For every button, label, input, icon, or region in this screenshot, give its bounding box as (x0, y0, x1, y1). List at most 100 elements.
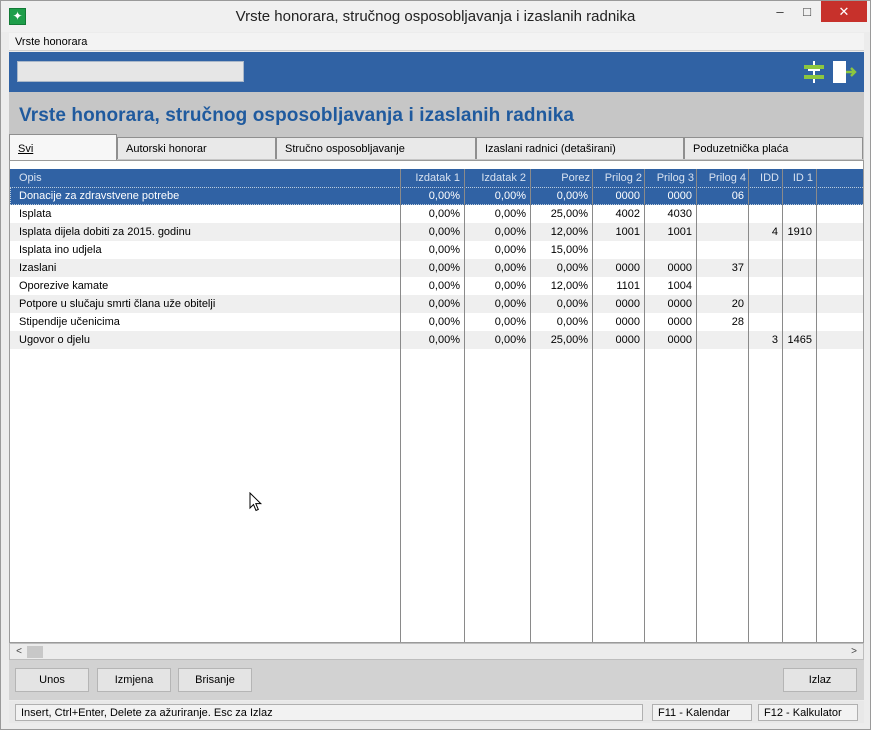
cell-prilog-3: 1001 (667, 226, 692, 238)
unos-button[interactable]: Unos (15, 668, 89, 692)
maximize-button[interactable]: □ (794, 1, 820, 22)
column-header-id-1[interactable]: ID 1 (783, 172, 813, 184)
column-divider (782, 169, 783, 642)
cell-porez: 0,00% (556, 262, 588, 274)
cell-prilog-2: 0000 (594, 190, 640, 202)
cell-porez: 25,00% (550, 334, 588, 346)
status-f11-kalendar[interactable]: F11 - Kalendar (652, 704, 752, 721)
cell-izdatak-1: 0,00% (428, 298, 460, 310)
cell-izdatak-1: 0,00% (428, 280, 460, 292)
cell-izdatak-2: 0,00% (494, 244, 526, 256)
column-header-izdatak-1[interactable]: Izdatak 1 (400, 172, 460, 184)
page-title: Vrste honorara, stručnog osposobljavanja… (19, 105, 575, 126)
column-header-porez[interactable]: Porez (530, 172, 590, 184)
cell-prilog-3: 0000 (667, 334, 692, 346)
scroll-thumb[interactable] (27, 646, 43, 658)
tab-poduzetnicka-placa[interactable]: Poduzetnička plaća (684, 137, 863, 159)
table-row[interactable]: Isplata dijela dobiti za 2015. godinu 0,0… (10, 223, 863, 241)
table-row[interactable]: Isplata 0,00% 0,00% 25,00% 4002 4030 (10, 205, 863, 223)
cell-porez: 0,00% (530, 190, 588, 202)
cell-izdatak-2: 0,00% (494, 226, 526, 238)
cell-opis: Isplata ino udjela (19, 244, 102, 256)
toolbar (9, 52, 864, 92)
cell-prilog-2: 0000 (615, 298, 640, 310)
tab-izaslani-radnici[interactable]: Izaslani radnici (detaširani) (476, 137, 684, 159)
status-bar: Insert, Ctrl+Enter, Delete za ažuriranje… (9, 701, 864, 723)
cell-opis: Ugovor o djelu (19, 334, 90, 346)
cell-porez: 0,00% (556, 298, 588, 310)
cell-prilog-2: 0000 (615, 262, 640, 274)
column-divider (696, 169, 697, 642)
column-divider (748, 169, 749, 642)
tab-label: Stručno osposobljavanje (285, 143, 405, 155)
window-title: Vrste honorara, stručnog osposobljavanja… (235, 8, 636, 25)
tab-strip: Svi Autorski honorar Stručno osposobljav… (9, 134, 864, 160)
filter-icon[interactable] (801, 59, 827, 85)
cell-izdatak-2: 0,00% (494, 334, 526, 346)
tab-strucno-osposobljavanje[interactable]: Stručno osposobljavanje (276, 137, 476, 159)
column-divider (400, 169, 401, 642)
search-input[interactable] (17, 61, 244, 82)
exit-icon[interactable] (831, 59, 857, 85)
column-divider (816, 169, 817, 642)
menu-item-vrste-honorara[interactable]: Vrste honorara (15, 36, 87, 48)
table-row[interactable]: Ugovor o djelu 0,00% 0,00% 25,00% 0000 0000 3 1… (10, 331, 863, 349)
table-row[interactable]: Oporezive kamate 0,00% 0,00% 12,00% 1101 1004 (10, 277, 863, 295)
status-f12-kalkulator[interactable]: F12 - Kalkulator (758, 704, 858, 721)
cell-opis: Donacije za zdravstvene potrebe (19, 190, 180, 202)
table-row[interactable]: Isplata ino udjela 0,00% 0,00% 15,00% (10, 241, 863, 259)
tab-svi[interactable]: Svi (9, 134, 117, 160)
cell-prilog-3: 0000 (646, 190, 692, 202)
cell-idd: 4 (771, 226, 778, 238)
cell-izdatak-2: 0,00% (494, 280, 526, 292)
izlaz-button[interactable]: Izlaz (783, 668, 857, 692)
cell-opis: Isplata dijela dobiti za 2015. godinu (19, 226, 191, 238)
cell-porez: 12,00% (550, 280, 588, 292)
horizontal-scrollbar[interactable]: < > (9, 643, 864, 660)
column-header-idd[interactable]: IDD (750, 172, 779, 184)
cell-prilog-4: 06 (698, 190, 744, 202)
cell-prilog-4: 28 (731, 316, 744, 328)
tab-label: Izaslani radnici (detaširani) (485, 143, 616, 155)
column-header-opis[interactable]: Opis (19, 172, 42, 184)
table-row[interactable]: Izaslani 0,00% 0,00% 0,00% 0000 0000 37 (10, 259, 863, 277)
scroll-left-icon[interactable]: < (11, 645, 27, 659)
button-bar: Unos Izmjena Brisanje Izlaz (9, 660, 864, 700)
menu-bar: Vrste honorara (9, 33, 864, 51)
tab-label: Svi (18, 143, 34, 155)
cell-izdatak-1: 0,00% (428, 244, 460, 256)
cell-idd: 3 (771, 334, 778, 346)
tab-autorski-honorar[interactable]: Autorski honorar (117, 137, 276, 159)
cell-prilog-3: 0000 (667, 262, 692, 274)
cell-opis: Potpore u slučaju smrti člana uže obitel… (19, 298, 216, 310)
cell-prilog-2: 1101 (616, 280, 640, 292)
cell-opis: Stipendije učenicima (19, 316, 120, 328)
cell-izdatak-2: 0,00% (494, 298, 526, 310)
cell-id-1: 1465 (787, 334, 812, 346)
table-row[interactable]: Potpore u slučaju smrti člana uže obitel… (10, 295, 863, 313)
close-button[interactable]: ✕ (821, 1, 867, 22)
table-row[interactable]: Stipendije učenicima 0,00% 0,00% 0,00% 0000 0… (10, 313, 863, 331)
column-header-prilog-4[interactable]: Prilog 4 (698, 172, 746, 184)
column-divider (592, 169, 593, 642)
cell-prilog-2: 4002 (615, 208, 640, 220)
scroll-right-icon[interactable]: > (846, 645, 862, 659)
table-row[interactable]: Donacije za zdravstvene potrebe 0,00% 0,00… (10, 187, 863, 205)
brisanje-button[interactable]: Brisanje (178, 668, 252, 692)
cell-izdatak-2: 0,00% (464, 190, 526, 202)
column-divider (644, 169, 645, 642)
column-header-izdatak-2[interactable]: Izdatak 2 (464, 172, 526, 184)
data-grid[interactable]: Opis Izdatak 1 Izdatak 2 Porez Prilog 2 … (9, 160, 864, 643)
title-bar: ✦ Vrste honorara, stručnog osposobljavan… (1, 1, 870, 32)
grid-header: Opis Izdatak 1 Izdatak 2 Porez Prilog 2 … (10, 169, 863, 187)
tab-label: Autorski honorar (126, 143, 207, 155)
izmjena-button[interactable]: Izmjena (97, 668, 171, 692)
column-header-prilog-2[interactable]: Prilog 2 (594, 172, 642, 184)
cell-prilog-3: 4030 (667, 208, 692, 220)
cell-izdatak-2: 0,00% (494, 316, 526, 328)
status-hint: Insert, Ctrl+Enter, Delete za ažuriranje… (15, 704, 643, 721)
minimize-button[interactable]: – (767, 1, 793, 22)
column-header-prilog-3[interactable]: Prilog 3 (646, 172, 694, 184)
tab-label: Poduzetnička plaća (693, 143, 789, 155)
cell-porez: 25,00% (550, 208, 588, 220)
